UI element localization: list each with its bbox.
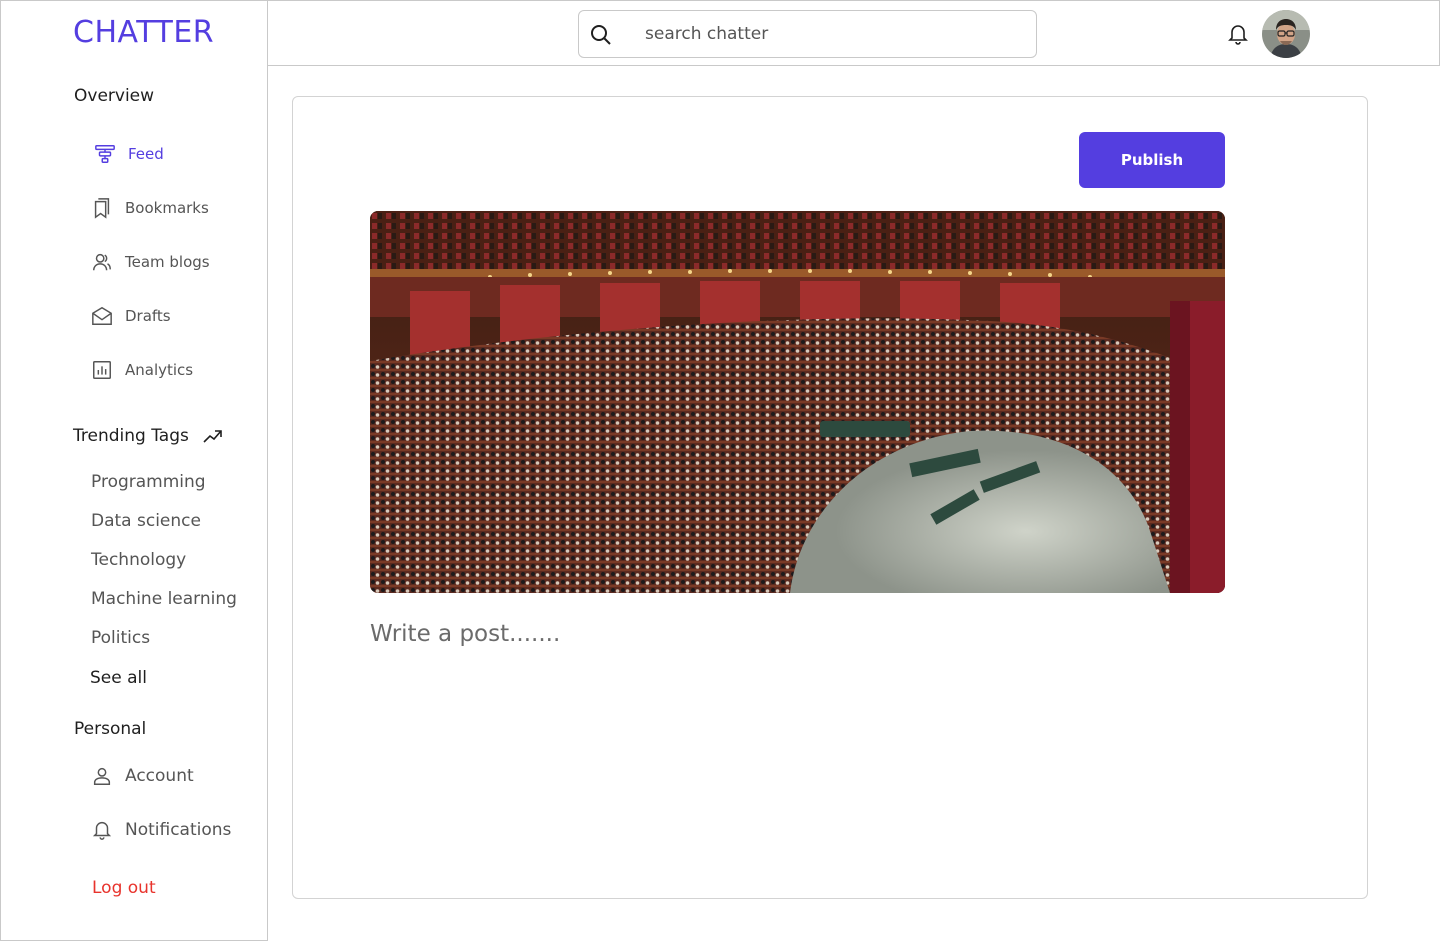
sidebar-item-analytics[interactable]: Analytics — [91, 355, 193, 385]
logout-button[interactable]: Log out — [92, 878, 156, 898]
tag-programming[interactable]: Programming — [91, 472, 206, 492]
sidebar-item-label: Team blogs — [125, 253, 210, 271]
post-body-input[interactable] — [370, 617, 1225, 651]
sidebar-item-feed[interactable]: Feed — [94, 139, 164, 169]
search-input[interactable] — [645, 21, 1015, 47]
notification-bell-icon[interactable] — [1228, 23, 1248, 45]
sidebar-item-label: Account — [125, 766, 194, 786]
publish-button[interactable]: Publish — [1079, 132, 1225, 188]
sidebar-item-notifications[interactable]: Notifications — [91, 815, 231, 845]
search-bar[interactable] — [578, 10, 1037, 58]
tag-technology[interactable]: Technology — [91, 550, 186, 570]
tag-data-science[interactable]: Data science — [91, 511, 201, 531]
analytics-icon — [93, 361, 111, 379]
personal-title: Personal — [74, 719, 147, 739]
sidebar: CHATTER Overview Feed Bookmarks Team blo… — [0, 0, 268, 941]
sidebar-item-account[interactable]: Account — [91, 761, 194, 791]
tag-machine-learning[interactable]: Machine learning — [91, 589, 237, 609]
bookmark-icon — [94, 198, 110, 219]
sidebar-item-label: Drafts — [125, 307, 171, 325]
tag-politics[interactable]: Politics — [91, 628, 150, 648]
sidebar-item-label: Feed — [128, 145, 164, 163]
bell-icon — [92, 822, 112, 840]
sidebar-item-label: Bookmarks — [125, 199, 209, 217]
top-header — [268, 0, 1440, 66]
sidebar-item-label: Notifications — [125, 820, 232, 840]
app-logo[interactable]: CHATTER — [73, 15, 214, 50]
search-icon[interactable] — [589, 23, 613, 47]
feed-icon — [95, 145, 115, 163]
team-icon — [93, 253, 111, 271]
drafts-icon — [92, 306, 112, 325]
see-all-tags-link[interactable]: See all — [90, 668, 147, 688]
trending-tags-label: Trending Tags — [73, 426, 189, 446]
user-icon — [93, 767, 111, 785]
sidebar-item-label: Analytics — [125, 361, 194, 379]
trending-tags-title: Trending Tags — [73, 426, 223, 446]
user-avatar[interactable] — [1262, 10, 1310, 58]
cover-image — [370, 211, 1225, 593]
post-editor-card: Publish — [292, 96, 1368, 899]
sidebar-item-drafts[interactable]: Drafts — [91, 301, 171, 331]
sidebar-item-team-blogs[interactable]: Team blogs — [91, 247, 210, 277]
overview-title: Overview — [74, 86, 155, 106]
trending-up-icon — [203, 430, 222, 443]
sidebar-item-bookmarks[interactable]: Bookmarks — [91, 193, 209, 223]
